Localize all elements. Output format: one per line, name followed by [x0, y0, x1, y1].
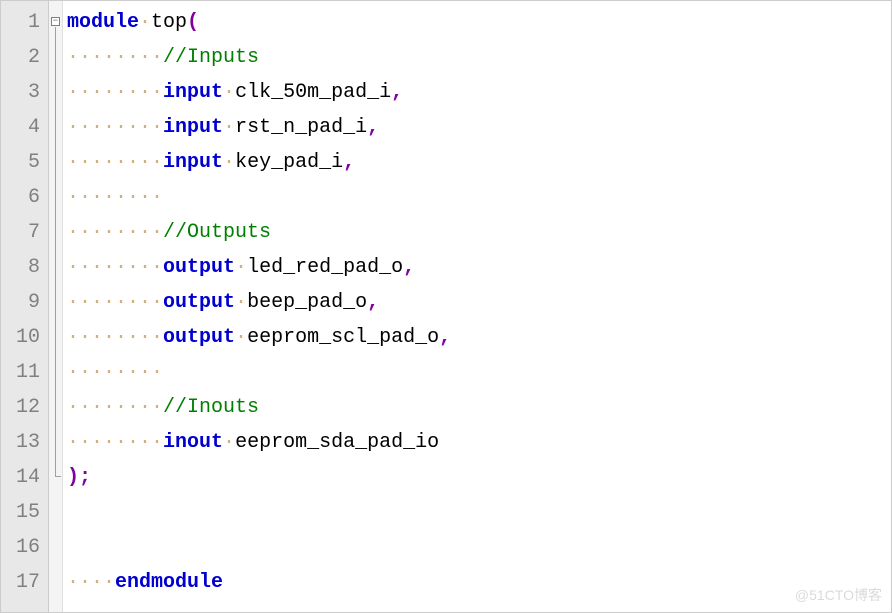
code-line[interactable]: ········output·led_red_pad_o, [67, 250, 891, 285]
line-number: 7 [5, 215, 40, 250]
line-number: 15 [5, 495, 40, 530]
code-line[interactable] [67, 495, 891, 530]
fold-toggle-icon[interactable]: − [51, 17, 60, 26]
line-number: 4 [5, 110, 40, 145]
line-number: 11 [5, 355, 40, 390]
code-line[interactable]: ········//Outputs [67, 215, 891, 250]
code-line[interactable]: ········//Inouts [67, 390, 891, 425]
code-line[interactable]: ········input·rst_n_pad_i, [67, 110, 891, 145]
code-editor[interactable]: 1234567891011121314151617 − module·top(·… [0, 0, 892, 613]
code-line[interactable]: ········ [67, 355, 891, 390]
fold-column[interactable]: − [49, 1, 63, 612]
fold-guide-end [55, 476, 61, 477]
line-number: 8 [5, 250, 40, 285]
line-number: 1 [5, 5, 40, 40]
line-number: 2 [5, 40, 40, 75]
watermark: @51CTO博客 [795, 585, 882, 605]
line-number: 9 [5, 285, 40, 320]
code-line[interactable]: ); [67, 460, 891, 495]
code-line[interactable]: ········input·key_pad_i, [67, 145, 891, 180]
line-number: 6 [5, 180, 40, 215]
line-number: 5 [5, 145, 40, 180]
code-line[interactable]: ········output·beep_pad_o, [67, 285, 891, 320]
line-number: 10 [5, 320, 40, 355]
line-number: 12 [5, 390, 40, 425]
line-number: 14 [5, 460, 40, 495]
fold-guide [55, 27, 56, 476]
line-number: 3 [5, 75, 40, 110]
code-line[interactable]: module·top( [67, 5, 891, 40]
line-number: 17 [5, 565, 40, 600]
line-number-gutter: 1234567891011121314151617 [1, 1, 49, 612]
code-line[interactable]: ········inout·eeprom_sda_pad_io [67, 425, 891, 460]
code-line[interactable]: ········//Inputs [67, 40, 891, 75]
code-line[interactable]: ····endmodule [67, 565, 891, 600]
code-area[interactable]: module·top(········//Inputs········input… [63, 1, 891, 612]
code-line[interactable] [67, 530, 891, 565]
code-line[interactable]: ········input·clk_50m_pad_i, [67, 75, 891, 110]
code-line[interactable]: ········ [67, 180, 891, 215]
code-line[interactable]: ········output·eeprom_scl_pad_o, [67, 320, 891, 355]
line-number: 13 [5, 425, 40, 460]
line-number: 16 [5, 530, 40, 565]
